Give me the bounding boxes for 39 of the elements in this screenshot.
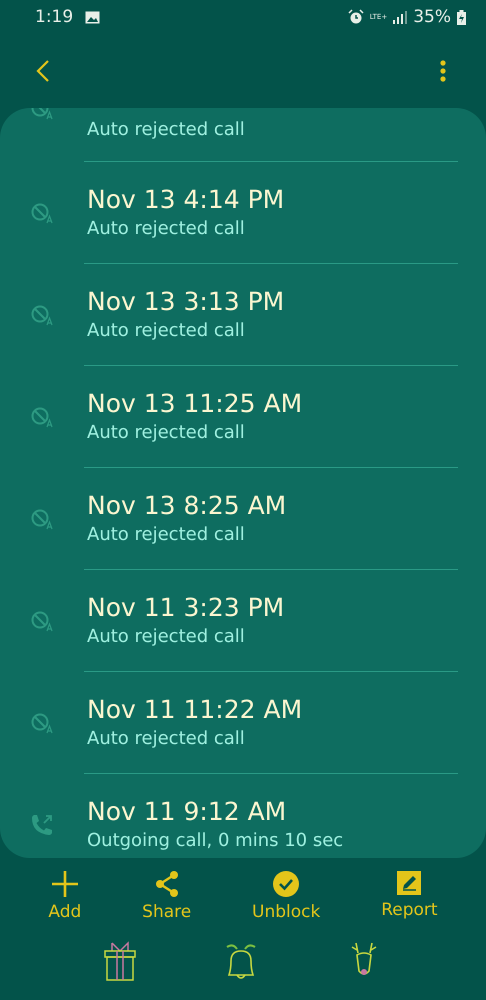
- auto-reject-icon: [30, 202, 54, 224]
- auto-reject-icon: [30, 712, 54, 734]
- call-type: Outgoing call, 0 mins 10 sec: [87, 829, 344, 853]
- call-time: Nov 13 4:14 PM: [87, 184, 286, 216]
- call-type: Auto rejected call: [87, 522, 246, 546]
- call-time: Nov 13 3:13 PM: [87, 286, 286, 318]
- plus-icon: [50, 870, 79, 898]
- call-time: Nov 11 3:23 PM: [87, 592, 286, 624]
- call-type: Auto rejected call: [87, 216, 246, 240]
- more-options-icon[interactable]: [440, 60, 446, 82]
- action-button[interactable]: Share: [138, 870, 196, 922]
- auto-reject-icon: [30, 304, 54, 326]
- status-time: 1:19: [35, 7, 74, 27]
- call-time: Nov 11 9:12 AM: [87, 796, 288, 828]
- report-icon: [396, 870, 422, 896]
- auto-reject-icon: [30, 508, 54, 530]
- outgoing-call-icon: [29, 812, 55, 838]
- check-circle-icon: [272, 870, 300, 898]
- call-type: Auto rejected call: [87, 726, 246, 750]
- call-type: Auto rejected call: [87, 318, 246, 342]
- auto-reject-icon: [30, 610, 54, 632]
- alarm-icon: [348, 9, 364, 25]
- action-button[interactable]: Add: [44, 870, 86, 922]
- image-icon: [85, 10, 100, 24]
- action-button[interactable]: Report: [377, 870, 442, 922]
- call-type: Auto rejected call: [87, 420, 246, 444]
- battery-level: 35%: [413, 7, 451, 27]
- auto-reject-icon: [30, 406, 54, 428]
- call-type: Auto rejected call: [87, 118, 246, 142]
- battery-icon: [457, 10, 466, 24]
- call-time: Nov 13 8:25 AM: [87, 490, 288, 522]
- back-icon[interactable]: [36, 60, 50, 82]
- call-time: Nov 13 11:25 AM: [87, 388, 304, 420]
- gift-icon[interactable]: [104, 941, 136, 981]
- call-time: Nov 11 11:22 AM: [87, 694, 304, 726]
- action-button[interactable]: Unblock: [248, 870, 324, 922]
- call-type: Auto rejected call: [87, 624, 246, 648]
- share-icon: [154, 870, 180, 898]
- signal-icon: [393, 10, 408, 24]
